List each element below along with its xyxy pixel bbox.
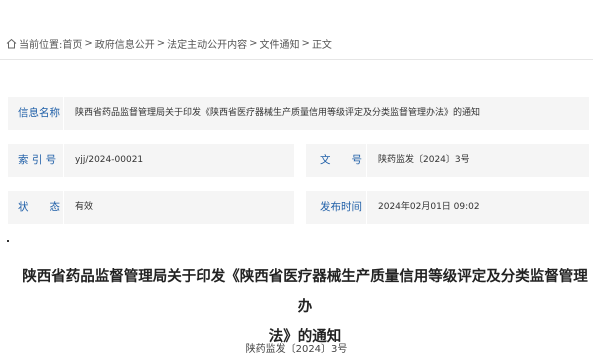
info-docno-label: 文 号: [306, 144, 366, 177]
breadcrumb-separator: >: [249, 38, 258, 49]
info-index-value: yjj/2024-00021: [64, 144, 294, 177]
info-status-value: 有效: [64, 191, 294, 224]
document-title-line1: 陕西省药品监督管理局关于印发《陕西省医疗器械生产质量信用等级评定及分类监督管理办: [22, 269, 588, 315]
document-title: 陕西省药品监督管理局关于印发《陕西省医疗器械生产质量信用等级评定及分类监督管理办…: [20, 262, 590, 352]
breadcrumb-separator: >: [301, 38, 310, 49]
info-row-name: 信息名称 陕西省药品监督管理局关于印发《陕西省医疗器械生产质量信用等级评定及分类…: [0, 97, 593, 130]
info-name-value: 陕西省药品监督管理局关于印发《陕西省医疗器械生产质量信用等级评定及分类监督管理办…: [64, 97, 589, 130]
breadcrumb-current: 正文: [311, 40, 332, 51]
breadcrumb-separator: >: [84, 38, 93, 49]
header-divider: [0, 59, 593, 60]
breadcrumb-notices[interactable]: 文件通知: [260, 36, 300, 51]
info-name-label: 信息名称: [8, 97, 63, 130]
breadcrumb-gov-info[interactable]: 政府信息公开: [95, 36, 155, 51]
info-index-label: 索 引 号: [8, 144, 63, 177]
breadcrumb-separator: >: [156, 38, 166, 49]
breadcrumb: 当前位置: 首页 > 政府信息公开 > 法定主动公开内容 > 文件通知 > 正文: [6, 36, 332, 51]
info-date-value: 2024年02月01日 09:02: [367, 191, 589, 224]
info-docno-value: 陕药监发〔2024〕3号: [367, 144, 589, 177]
breadcrumb-statutory[interactable]: 法定主动公开内容: [167, 36, 247, 51]
breadcrumb-prefix: 当前位置:: [19, 40, 63, 51]
info-date-label: 发布时间: [306, 191, 366, 224]
home-icon: [6, 38, 17, 49]
document-number: 陕药监发〔2024〕3号: [245, 344, 348, 355]
info-row-index: 索 引 号 yjj/2024-00021 文 号 陕药监发〔2024〕3号: [0, 144, 593, 177]
info-row-status: 状 态 有效 发布时间 2024年02月01日 09:02: [0, 191, 593, 224]
breadcrumb-home[interactable]: 首页: [62, 36, 82, 51]
info-status-label: 状 态: [8, 191, 63, 224]
decorative-dot: [7, 240, 9, 242]
